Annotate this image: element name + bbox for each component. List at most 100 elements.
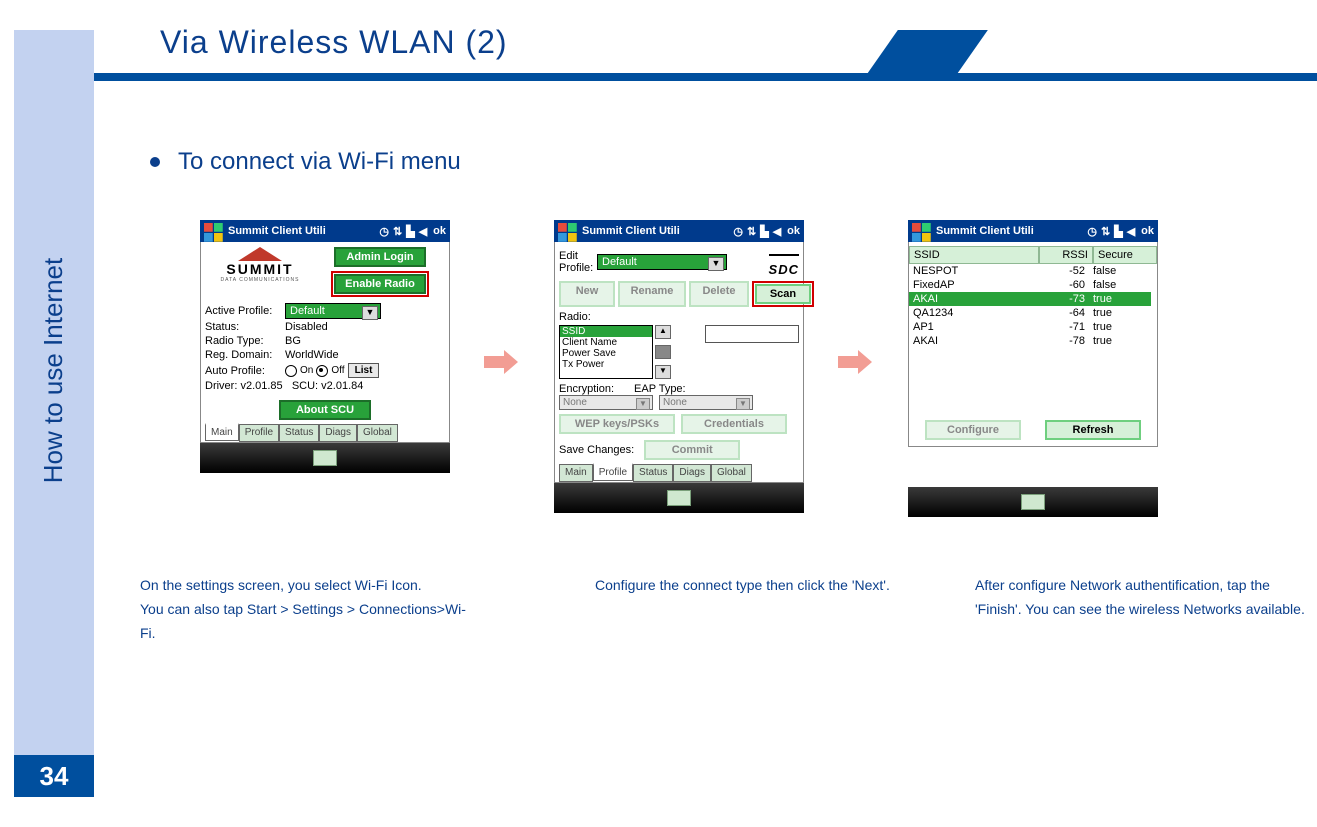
edit-profile-select[interactable]: Default ▼	[597, 254, 727, 270]
scan-button[interactable]: Scan	[755, 284, 811, 304]
active-profile-label: Active Profile:	[205, 305, 285, 317]
caption-2: Configure the connect type then click th…	[595, 574, 925, 598]
commit-button[interactable]: Commit	[644, 440, 740, 460]
tab-status[interactable]: Status	[633, 464, 673, 482]
tab-main[interactable]: Main	[559, 464, 593, 482]
summit-logo: SUMMIT DATA COMMUNICATIONS	[205, 247, 315, 283]
status-value: Disabled	[285, 321, 328, 333]
edit-profile-value: Default	[602, 256, 637, 268]
tab-profile[interactable]: Profile	[593, 463, 633, 481]
configure-button[interactable]: Configure	[925, 420, 1021, 440]
connectivity-icon: ⇅	[747, 225, 756, 238]
scan-row[interactable]: AKAI-73true	[909, 292, 1157, 306]
radiotype-label: Radio Type:	[205, 335, 285, 347]
list-item-client[interactable]: Client Name	[560, 337, 652, 348]
caption-3: After configure Network authentification…	[975, 574, 1305, 622]
s1-body: SUMMIT DATA COMMUNICATIONS Admin Login E…	[200, 242, 450, 443]
list-button[interactable]: List	[348, 363, 380, 378]
list-item-ssid[interactable]: SSID	[560, 326, 652, 337]
chevron-down-icon[interactable]: ▼	[362, 306, 378, 320]
screenshot-1: Summit Client Utili ◷ ⇅ ▙ ◀ ok SUMMIT DA…	[200, 220, 450, 473]
volume-icon: ◀	[419, 225, 427, 238]
section-title-vertical: How to use Internet	[14, 230, 94, 510]
active-profile-select[interactable]: Default ▼	[285, 303, 381, 319]
active-profile-value: Default	[290, 305, 325, 317]
scan-row[interactable]: FixedAP-60false	[909, 278, 1157, 292]
scrollbar-track[interactable]	[655, 345, 671, 359]
chevron-down-icon[interactable]: ▼	[636, 398, 650, 410]
s2-app-title: Summit Client Utili	[582, 225, 680, 237]
signal-icon: ▙	[1114, 225, 1122, 238]
summit-sub: DATA COMMUNICATIONS	[221, 277, 300, 283]
bullet-text: To connect via Wi-Fi menu	[178, 148, 461, 176]
about-scu-button[interactable]: About SCU	[279, 400, 371, 420]
ok-button[interactable]: ok	[1141, 225, 1154, 237]
windows-start-icon[interactable]	[204, 223, 224, 239]
tab-global[interactable]: Global	[711, 464, 752, 482]
enable-radio-highlight: Enable Radio	[331, 271, 429, 297]
list-item-power[interactable]: Power Save	[560, 348, 652, 359]
list-item-tx[interactable]: Tx Power	[560, 359, 652, 370]
keyboard-icon[interactable]	[667, 490, 691, 506]
encryption-select[interactable]: None▼	[559, 395, 653, 410]
scan-row[interactable]: AP1-71true	[909, 320, 1157, 334]
autoprofile-radio-on[interactable]	[285, 365, 297, 377]
sdc-logo: SDC	[769, 247, 799, 277]
windows-start-icon[interactable]	[558, 223, 578, 239]
scroll-up-icon[interactable]: ▲	[655, 325, 671, 339]
s1-titlebar: Summit Client Utili ◷ ⇅ ▙ ◀ ok	[200, 220, 450, 242]
radio-label: Radio:	[559, 311, 591, 323]
scan-row[interactable]: QA1234-64true	[909, 306, 1157, 320]
windows-start-icon[interactable]	[912, 223, 932, 239]
scu-value: v2.01.84	[321, 380, 363, 392]
tab-diags[interactable]: Diags	[673, 464, 711, 482]
scan-hdr-secure[interactable]: Secure	[1093, 246, 1157, 264]
wep-keys-button[interactable]: WEP keys/PSKs	[559, 414, 675, 434]
arrow-right-1-icon	[484, 350, 520, 374]
scan-highlight: Scan	[752, 281, 814, 307]
radio-on-label: On	[300, 365, 313, 376]
s2-tabs: Main Profile Status Diags Global	[559, 464, 799, 482]
scan-row[interactable]: NESPOT-52false	[909, 264, 1157, 278]
delete-button[interactable]: Delete	[689, 281, 749, 307]
scroll-down-icon[interactable]: ▼	[655, 365, 671, 379]
radio-off-label: Off	[331, 365, 344, 376]
ssid-text-field[interactable]	[705, 325, 799, 343]
chevron-down-icon[interactable]: ▼	[708, 257, 724, 271]
scan-hdr-ssid[interactable]: SSID	[909, 246, 1039, 264]
page-number: 34	[14, 755, 94, 797]
s2-titlebar: Summit Client Utili ◷ ⇅ ▙ ◀ ok	[554, 220, 804, 242]
encryption-label: Encryption:	[559, 383, 614, 395]
keyboard-icon[interactable]	[1021, 494, 1045, 510]
eap-select[interactable]: None ▼	[659, 395, 753, 410]
keyboard-icon[interactable]	[313, 450, 337, 466]
slide-page: How to use Internet 34 Via Wireless WLAN…	[0, 0, 1317, 827]
tab-global[interactable]: Global	[357, 424, 398, 442]
rename-button[interactable]: Rename	[618, 281, 686, 307]
connectivity-icon: ⇅	[393, 225, 402, 238]
s2-body: Edit Profile: Default ▼ SDC New Rename D…	[554, 242, 804, 483]
clock-icon: ◷	[1087, 225, 1097, 238]
tab-diags[interactable]: Diags	[319, 424, 357, 442]
ok-button[interactable]: ok	[433, 225, 446, 237]
scan-row[interactable]: AKAI-78true	[909, 334, 1157, 348]
autoprofile-radio-off[interactable]	[316, 365, 328, 377]
credentials-button[interactable]: Credentials	[681, 414, 787, 434]
screenshots-row: Summit Client Utili ◷ ⇅ ▙ ◀ ok SUMMIT DA…	[200, 220, 1300, 540]
scan-hdr-rssi[interactable]: RSSI	[1039, 246, 1093, 264]
new-button[interactable]: New	[559, 281, 615, 307]
s3-soft-key-bar	[908, 487, 1158, 517]
arrow-right-2-icon	[838, 350, 874, 374]
radio-listbox[interactable]: SSID Client Name Power Save Tx Power	[559, 325, 653, 379]
ok-button[interactable]: ok	[787, 225, 800, 237]
tab-main[interactable]: Main	[205, 423, 239, 441]
refresh-button[interactable]: Refresh	[1045, 420, 1141, 440]
tab-profile[interactable]: Profile	[239, 424, 279, 442]
eap-value: None	[663, 397, 687, 408]
enable-radio-button[interactable]: Enable Radio	[334, 274, 426, 294]
chevron-down-icon[interactable]: ▼	[736, 398, 750, 410]
tab-status[interactable]: Status	[279, 424, 319, 442]
admin-login-button[interactable]: Admin Login	[334, 247, 426, 267]
signal-icon: ▙	[760, 225, 768, 238]
caption-1: On the settings screen, you select Wi-Fi…	[140, 574, 470, 645]
